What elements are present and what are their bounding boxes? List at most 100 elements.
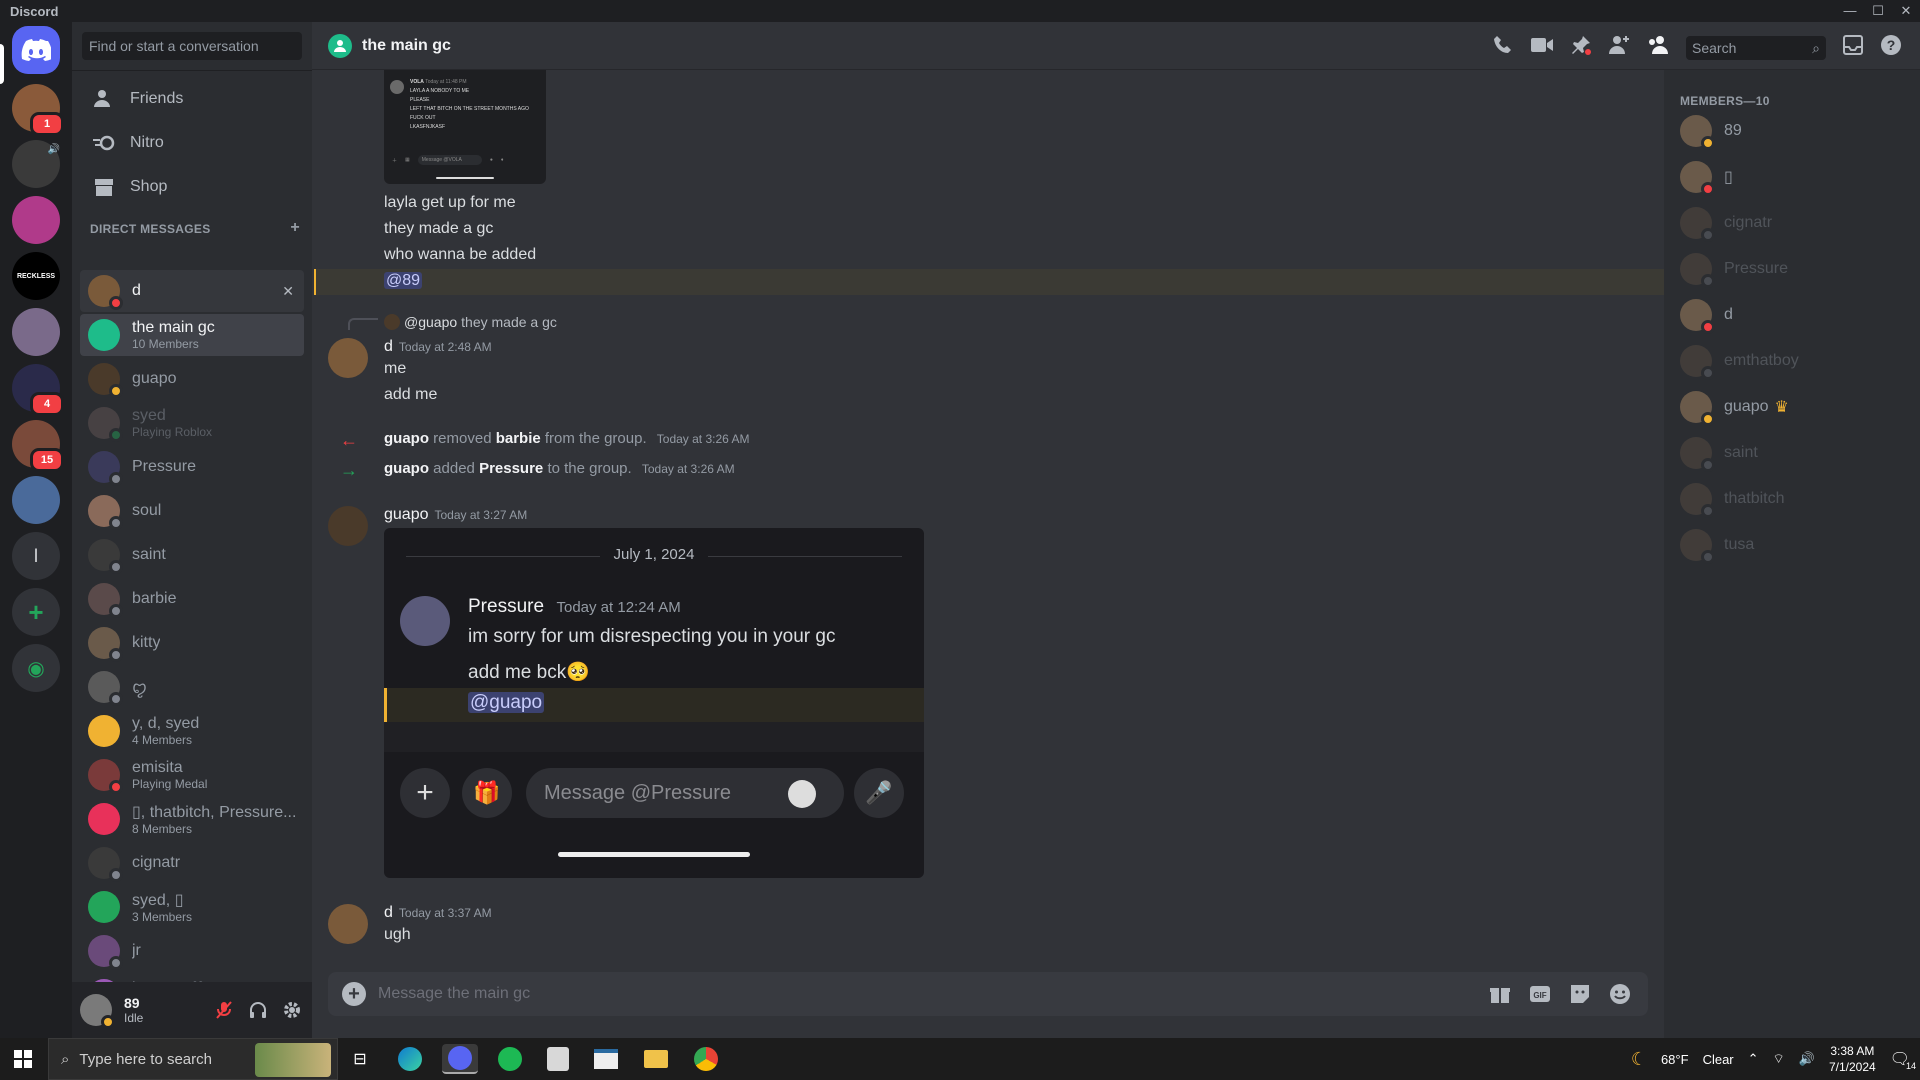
nav-friends[interactable]: Friends (80, 78, 304, 120)
member-item[interactable]: Pressure (1672, 248, 1912, 290)
member-item[interactable]: 89 (1672, 110, 1912, 152)
member-item[interactable]: thatbitch (1672, 478, 1912, 520)
server-icon[interactable]: RECKLESS (12, 252, 60, 300)
avatar[interactable] (328, 904, 368, 944)
dm-item[interactable]: barbie (80, 578, 304, 620)
inbox-icon[interactable] (1842, 34, 1864, 61)
attach-plus-icon[interactable]: + (342, 982, 366, 1006)
home-button[interactable] (12, 26, 60, 74)
clock[interactable]: 3:38 AM 7/1/2024 (1829, 1043, 1876, 1075)
avatar (88, 495, 123, 530)
server-icon[interactable] (12, 476, 60, 524)
server-icon[interactable] (12, 308, 60, 356)
dm-item[interactable]: emisita Playing Medal (80, 754, 304, 796)
message-line: me (384, 360, 407, 377)
dm-search-input[interactable]: Find or start a conversation (82, 32, 302, 60)
server-icon[interactable]: l (12, 532, 60, 580)
weather-condition[interactable]: Clear (1703, 1052, 1734, 1067)
minimize-icon[interactable]: — (1836, 0, 1864, 22)
file-explorer-icon[interactable] (638, 1044, 674, 1074)
settings-gear-icon[interactable] (282, 1000, 302, 1025)
member-item[interactable]: d (1672, 294, 1912, 336)
gift-icon[interactable] (1488, 982, 1512, 1011)
server-icon[interactable]: 4 (12, 364, 64, 416)
add-server-icon[interactable]: + (12, 588, 60, 636)
dm-item[interactable]: ▯, thatbitch, Pressure... 8 Members (80, 798, 304, 840)
author-name[interactable]: d (384, 338, 393, 355)
taskbar-search-input[interactable]: ⌕ Type here to search (48, 1038, 338, 1080)
member-item[interactable]: cignatr (1672, 202, 1912, 244)
header-search-input[interactable]: Search ⌕ (1686, 35, 1826, 60)
image-attachment[interactable]: VOLA Today at 11:48 PM LAYLA A NOBODY TO… (384, 70, 546, 184)
app-icon[interactable] (588, 1044, 624, 1074)
network-icon[interactable]: ⌔ (1773, 1051, 1785, 1067)
server-icon[interactable]: 1 (12, 84, 64, 136)
server-icon[interactable]: 🔊 (12, 140, 60, 188)
windows-start-icon[interactable] (14, 1050, 32, 1073)
dm-item[interactable]: kitty (80, 622, 304, 664)
gif-icon[interactable]: GIF (1528, 982, 1552, 1011)
volume-icon[interactable]: 🔊 (1799, 1051, 1815, 1067)
app-icon[interactable] (540, 1044, 576, 1074)
mute-mic-icon[interactable] (214, 1000, 234, 1025)
discord-taskbar-icon[interactable] (442, 1044, 478, 1074)
nav-shop[interactable]: Shop (80, 166, 304, 208)
maximize-icon[interactable]: ☐ (1864, 0, 1892, 22)
edge-icon[interactable] (392, 1044, 428, 1074)
dm-item[interactable]: d ✕ (80, 270, 304, 312)
spotify-icon[interactable] (492, 1044, 528, 1074)
member-item[interactable]: guapo ♛ (1672, 386, 1912, 428)
avatar[interactable] (328, 506, 368, 546)
server-icon[interactable] (12, 196, 60, 244)
voice-call-icon[interactable] (1492, 34, 1514, 61)
dm-item[interactable]: guapo (80, 358, 304, 400)
help-icon[interactable]: ? (1880, 34, 1902, 61)
video-call-icon[interactable] (1530, 36, 1554, 59)
dm-subtitle: Playing Roblox (132, 425, 213, 439)
dm-name: saint (132, 546, 166, 563)
discover-icon[interactable]: ◉ (12, 644, 60, 692)
dm-item[interactable]: the main gc 10 Members (80, 314, 304, 356)
avatar (400, 596, 450, 646)
chrome-icon[interactable] (688, 1044, 724, 1074)
dm-item[interactable]: syed Playing Roblox (80, 402, 304, 444)
dm-item[interactable]: cignatr (80, 842, 304, 884)
dm-item[interactable]: syed, ▯ 3 Members (80, 886, 304, 928)
avatar[interactable] (328, 338, 368, 378)
dm-item[interactable]: jr (80, 930, 304, 972)
member-item[interactable]: ▯ (1672, 156, 1912, 198)
avatar[interactable] (80, 994, 115, 1029)
weather-temp[interactable]: 68°F (1661, 1052, 1689, 1067)
member-list-icon[interactable] (1646, 34, 1670, 61)
add-friends-to-dm-icon[interactable] (1608, 34, 1630, 61)
close-dm-icon[interactable]: ✕ (282, 283, 294, 300)
create-dm-icon[interactable]: + (290, 220, 300, 236)
member-item[interactable]: tusa (1672, 524, 1912, 566)
headphones-icon[interactable] (248, 1000, 268, 1025)
notifications-icon[interactable]: 🗨 14 (1890, 1049, 1916, 1071)
dm-item[interactable]: soul (80, 490, 304, 532)
member-item[interactable]: emthatboy (1672, 340, 1912, 382)
user-mention[interactable]: @89 (384, 272, 423, 289)
member-item[interactable]: saint (1672, 432, 1912, 474)
close-window-icon[interactable]: ✕ (1892, 0, 1920, 22)
reply-reference[interactable]: @guapo they made a gc (384, 314, 557, 330)
dm-subtitle: 10 Members (132, 337, 199, 351)
task-view-icon[interactable]: ⊟ (342, 1044, 378, 1074)
server-icon[interactable]: 15 (12, 420, 64, 472)
author-name[interactable]: d (384, 904, 393, 921)
pinned-messages-icon[interactable] (1570, 34, 1592, 61)
sticker-icon[interactable] (1568, 982, 1592, 1011)
dm-item[interactable]: saint (80, 534, 304, 576)
nav-nitro[interactable]: Nitro (80, 122, 304, 164)
message-composer[interactable]: + Message the main gc GIF (328, 972, 1648, 1016)
dm-item[interactable]: Pressure (80, 446, 304, 488)
image-attachment[interactable]: July 1, 2024 Pressure Today at 12:24 AM … (384, 528, 924, 878)
crown-icon: ♛ (1774, 399, 1789, 416)
dm-item[interactable]: ꨄ (80, 666, 304, 708)
emoji-icon[interactable] (1608, 982, 1632, 1011)
dm-item[interactable]: y, d, syed 4 Members (80, 710, 304, 752)
message-input[interactable]: Message the main gc (378, 985, 530, 1003)
author-name[interactable]: guapo (384, 506, 429, 523)
chevron-up-icon[interactable]: ⌃ (1748, 1051, 1759, 1067)
